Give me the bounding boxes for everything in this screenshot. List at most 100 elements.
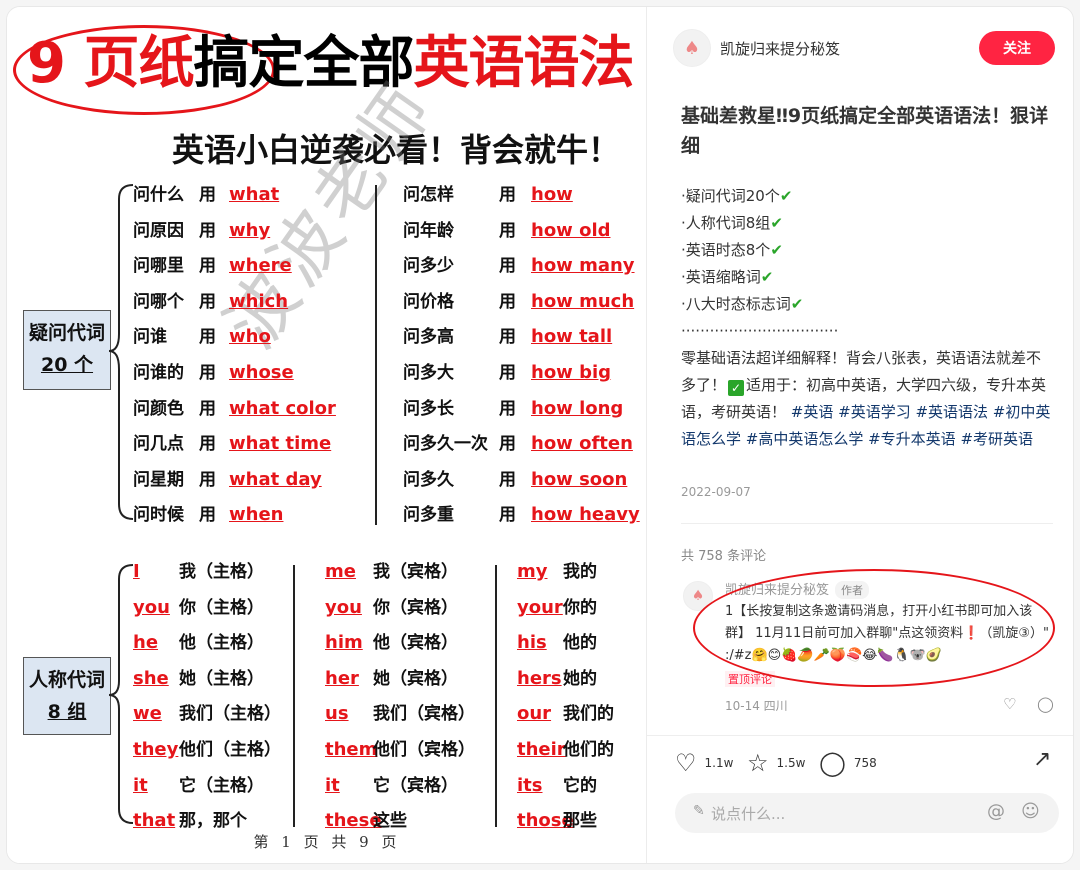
use-word: 用	[499, 220, 516, 241]
pronoun-cn: 我们的	[563, 704, 614, 725]
question-en: what color	[229, 397, 336, 419]
question-cn: 问哪里	[133, 256, 184, 277]
interrogative-row: 问哪里用 where	[133, 251, 292, 281]
question-en: how long	[531, 397, 624, 419]
question-cn: 问星期	[133, 469, 184, 490]
pronoun-en: their	[517, 739, 566, 760]
use-word: 用	[199, 327, 216, 348]
use-word: 用	[499, 256, 516, 277]
interrogative-row: 问时候用 when	[133, 500, 283, 530]
pronoun-cn: 她的	[563, 668, 597, 689]
interrogative-label-line1: 疑问代词	[28, 322, 105, 344]
check-icon: ✔	[770, 241, 783, 259]
question-cn: 问哪个	[133, 291, 184, 312]
question-en: when	[229, 504, 284, 526]
pronoun-cn: 我们（主格）	[179, 704, 281, 725]
pronoun-cn: 他（主格）	[179, 633, 264, 654]
pronoun-cn: 你的	[563, 597, 597, 618]
comment-reply-icon[interactable]: ◯	[1037, 695, 1054, 713]
pronoun-row: you 你（主格）	[133, 593, 264, 623]
pronoun-en: them	[325, 739, 378, 760]
note-body: ·疑问代词20个✔ ·人称代词8组✔ ·英语时态8个✔ ·英语缩略词✔ ·八大时态标志词…	[681, 183, 1053, 453]
author-name[interactable]: 凯旋归来提分秘笈	[720, 38, 840, 59]
interrogative-label-box: 疑问代词 20 个	[23, 310, 111, 390]
personal-divider-2	[495, 565, 497, 827]
note-card: 9 页纸搞定全部英语语法 英语小白逆袭必看！背会就牛！ 波波老师 疑问代词 20…	[6, 6, 1074, 864]
pronoun-en: my	[517, 561, 548, 582]
pronoun-row: we 我们（主格）	[133, 699, 281, 729]
use-word: 用	[199, 469, 216, 490]
note-bullet-text: ·英语时态8个	[681, 241, 771, 259]
question-cn: 问谁的	[133, 363, 184, 383]
like-action[interactable]: ♡ 1.1w	[675, 749, 733, 777]
interrogative-row: 问价格 用 how much	[403, 287, 634, 317]
pronoun-en: its	[517, 774, 543, 796]
interrogative-row: 问多久 用 how soon	[403, 465, 627, 495]
image-title: 9 页纸搞定全部英语语法	[27, 29, 634, 99]
question-en: which	[229, 290, 289, 312]
note-side-panel: ♠ 凯旋归来提分秘笈 关注 基础差救星‼9页纸搞定全部英语语法！狠详细 ·疑问代…	[647, 7, 1073, 863]
pronoun-cn: 它（主格）	[179, 775, 264, 796]
comment-action[interactable]: ◯ 758	[819, 749, 877, 777]
use-word: 用	[199, 505, 216, 526]
pronoun-row: their他们的	[517, 735, 614, 765]
author-avatar[interactable]: ♠	[673, 29, 711, 67]
interrogative-row: 问什么用 what	[133, 180, 279, 210]
question-en: what day	[229, 468, 322, 490]
pronoun-en: hers	[517, 667, 562, 689]
note-paragraph: 零基础语法超详细解释！背会八张表，英语语法就差不多了！ ✓ 适用于：初高中英语，大学…	[681, 345, 1053, 453]
question-en: whose	[229, 362, 294, 383]
pronoun-cn: 他们（宾格）	[373, 740, 475, 760]
use-word: 用	[199, 398, 216, 419]
pronoun-en: you	[325, 596, 362, 618]
note-image[interactable]: 9 页纸搞定全部英语语法 英语小白逆袭必看！背会就牛！ 波波老师 疑问代词 20…	[7, 7, 647, 863]
mention-icon[interactable]: @	[987, 801, 1005, 822]
question-cn: 问多长	[403, 398, 454, 419]
pronoun-cn: 你（主格）	[179, 597, 264, 618]
use-word: 用	[499, 327, 516, 348]
pronoun-en: us	[325, 703, 349, 725]
pronoun-row: his 他的	[517, 628, 597, 658]
question-cn: 问价格	[403, 291, 454, 312]
follow-button[interactable]: 关注	[979, 31, 1055, 65]
question-cn: 问多少	[403, 256, 454, 277]
use-word: 用	[199, 220, 216, 241]
pronoun-row: her 她（宾格）	[325, 664, 458, 694]
check-icon: ✔	[779, 187, 793, 205]
emoji-icon[interactable]: ☺	[1021, 801, 1040, 822]
note-bullet-text: ·八大时态标志词	[681, 295, 791, 313]
check-icon: ✔	[760, 268, 774, 286]
pronoun-row: you 你（宾格）	[325, 593, 458, 623]
share-icon[interactable]: ↗	[1033, 747, 1051, 772]
pronoun-row: its 它的	[517, 771, 597, 801]
interrogative-row: 问多长 用 how long	[403, 394, 623, 424]
pronoun-row: my 我的	[517, 557, 597, 587]
pronoun-en: it	[133, 774, 148, 796]
check-icon: ✔	[770, 214, 783, 232]
note-bullet: ·英语缩略词✔	[681, 264, 1053, 291]
check-box-icon: ✓	[728, 380, 745, 396]
note-bullet: ·人称代词8组✔	[681, 210, 1053, 237]
question-cn: 问怎样	[403, 185, 454, 205]
comment-like-icon[interactable]: ♡	[1003, 695, 1016, 713]
use-word: 用	[199, 363, 216, 383]
note-bullet-text: ·人称代词8组	[681, 214, 771, 232]
interrogative-row: 问几点用 what time	[133, 429, 331, 459]
interrogative-row: 问多大 用 how big	[403, 358, 611, 388]
question-en: how big	[531, 362, 612, 383]
pronoun-cn: 它（宾格）	[373, 775, 458, 796]
comment-input[interactable]: ✎ 说点什么... @ ☺	[675, 793, 1059, 833]
interrogative-row: 问原因用 why	[133, 216, 270, 246]
question-en: how old	[531, 219, 611, 241]
pronoun-row: he 他（主格）	[133, 628, 264, 658]
pronoun-en: me	[325, 561, 356, 582]
pronoun-row: it 它（宾格）	[325, 771, 458, 801]
pronoun-cn: 我们（宾格）	[373, 704, 475, 725]
personal-label-line2: 8 组	[47, 701, 87, 723]
pronoun-en: he	[133, 632, 159, 654]
pronoun-row: they他们（主格）	[133, 735, 281, 765]
pronoun-en: it	[325, 774, 340, 796]
question-en: where	[229, 255, 292, 277]
collect-action[interactable]: ☆ 1.5w	[747, 749, 805, 777]
use-word: 用	[199, 291, 216, 312]
